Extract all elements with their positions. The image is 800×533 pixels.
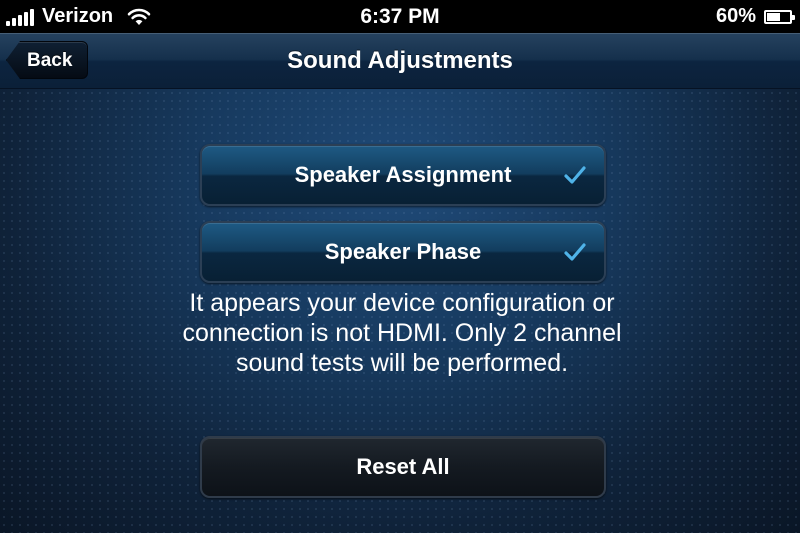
hdmi-info-message: It appears your device configuration or … xyxy=(182,289,622,377)
checkmark-icon xyxy=(564,243,586,261)
reset-all-button[interactable]: Reset All xyxy=(200,436,606,498)
speaker-phase-label: Speaker Phase xyxy=(324,239,482,264)
navigation-bar: Back Sound Adjustments xyxy=(0,33,800,89)
speaker-phase-button[interactable]: Speaker Phase xyxy=(200,221,606,283)
status-bar: Verizon 6:37 PM 60% xyxy=(0,0,800,33)
battery-icon xyxy=(764,9,795,24)
page-title: Sound Adjustments xyxy=(287,47,513,74)
status-time: 6:37 PM xyxy=(360,5,440,28)
back-button[interactable]: Back xyxy=(6,41,88,79)
speaker-assignment-label: Speaker Assignment xyxy=(294,162,512,187)
checkmark-icon xyxy=(564,166,586,184)
battery-percent: 60% xyxy=(715,5,756,27)
main-content: Speaker Assignment Speaker Phase It appe… xyxy=(0,89,800,533)
battery-fill xyxy=(767,12,781,21)
speaker-assignment-button[interactable]: Speaker Assignment xyxy=(200,144,606,206)
status-right: 60% xyxy=(715,0,795,33)
